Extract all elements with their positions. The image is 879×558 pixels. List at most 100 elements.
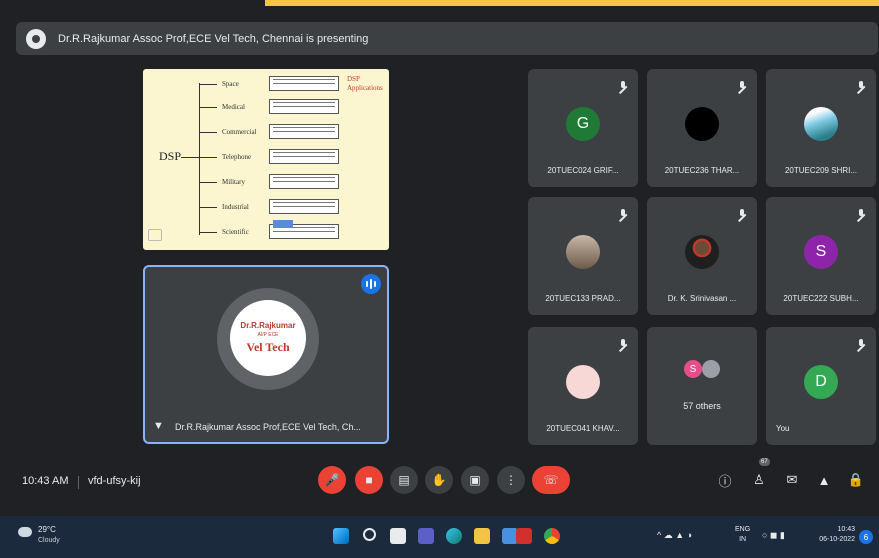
raise-hand-icon: ✋ <box>431 473 447 487</box>
slide-branch-label: Military <box>222 178 245 186</box>
participant-tile[interactable]: 20TUEC133 PRAD... <box>528 197 638 315</box>
meeting-controls: 10:43 AM vfd-ufsy-kij 🎤 ■ ▤ ✋ ▣ ⋮ ☏ ⓘ ♙ … <box>0 462 879 502</box>
slide-branch: Medical <box>199 100 270 114</box>
logo-line-2: AI/P ECE <box>257 332 279 338</box>
avatar <box>804 107 838 141</box>
end-call-button[interactable]: ☏ <box>532 466 570 494</box>
participant-tile[interactable]: G 20TUEC024 GRIF... <box>528 69 638 187</box>
activities-icon: ▲ <box>817 472 831 488</box>
participant-name: 20TUEC222 SUBH... <box>783 294 859 303</box>
slide-box <box>269 76 339 91</box>
logo-line-1: Dr.R.Rajkumar <box>240 321 296 330</box>
mic-off-icon <box>856 209 866 221</box>
slide-branch: Military <box>199 175 270 189</box>
meeting-time: 10:43 AM <box>22 475 69 487</box>
weather-condition: Cloudy <box>38 537 60 544</box>
avatar: D <box>804 365 838 399</box>
avatar: G <box>566 107 600 141</box>
top-accent-strip <box>265 0 879 6</box>
slide-branch-label: Medical <box>222 103 245 111</box>
pin-icon[interactable]: ▼ <box>153 420 164 432</box>
avatar <box>566 235 600 269</box>
slide-branch: Industrial <box>199 200 270 214</box>
slide-box <box>269 174 339 189</box>
task-view-icon[interactable] <box>390 528 406 544</box>
weather-temperature: 29°C <box>38 525 56 534</box>
present-button[interactable]: ▣ <box>461 466 489 494</box>
slide-branch-label: Telephone <box>222 153 252 161</box>
slide-branch-label: Commercial <box>222 128 257 136</box>
slide-branch: Telephone <box>199 150 270 164</box>
slide-branch: Commercial <box>199 125 270 139</box>
teams-icon[interactable] <box>418 528 434 544</box>
clock-date: 06-10-2022 <box>819 536 855 543</box>
chrome-icon[interactable] <box>544 528 560 544</box>
presenter-icon <box>26 28 46 49</box>
people-count-badge: 67 <box>759 458 770 466</box>
participant-tile[interactable]: Dr. K. Srinivasan ... <box>647 197 757 315</box>
mic-toggle-button[interactable]: 🎤 <box>318 466 346 494</box>
network-volume-battery-icons[interactable]: ○ ◼ ▮ <box>762 530 785 541</box>
language-code: ENG <box>735 526 751 533</box>
slide-box <box>269 124 339 139</box>
participant-name: 20TUEC236 THAR... <box>664 166 740 175</box>
logo-line-3: Vel Tech <box>246 340 290 354</box>
chat-icon: ✉ <box>786 472 798 487</box>
file-explorer-icon[interactable] <box>474 528 490 544</box>
weather-icon <box>18 527 32 537</box>
participant-name: Dr. K. Srinivasan ... <box>667 294 737 303</box>
others-count: 57 others <box>683 401 721 411</box>
present-icon: ▣ <box>469 473 481 487</box>
slide-box <box>269 199 339 214</box>
presenter-tile[interactable]: Dr.R.Rajkumar AI/P ECE Vel Tech ▼ Dr.R.R… <box>143 265 389 444</box>
captions-button[interactable]: ▤ <box>390 466 418 494</box>
taskbar: 29°C Cloudy ^ ☁ ▲ ◑ ENG IN ○ ◼ ▮ 10:43 06-… <box>0 516 879 558</box>
clock[interactable]: 10:43 06-10-2022 <box>819 525 855 545</box>
participant-tile[interactable]: 20TUEC041 KHAV... <box>528 327 638 445</box>
mic-off-icon <box>737 209 747 221</box>
avatar <box>702 360 720 378</box>
search-icon[interactable] <box>363 528 376 541</box>
raise-hand-button[interactable]: ✋ <box>425 466 453 494</box>
slide-root-label: DSP <box>159 149 182 163</box>
chat-button[interactable]: ✉ <box>783 471 801 489</box>
camera-toggle-button[interactable]: ■ <box>355 466 383 494</box>
mic-off-icon <box>856 81 866 93</box>
notification-badge[interactable]: 6 <box>859 530 873 544</box>
region-code: IN <box>739 536 747 543</box>
more-options-button[interactable]: ⋮ <box>497 466 525 494</box>
presenter-name: Dr.R.Rajkumar Assoc Prof,ECE Vel Tech, C… <box>175 422 361 432</box>
info-button[interactable]: ⓘ <box>716 471 734 489</box>
system-tray-icons[interactable]: ^ ☁ ▲ ◑ <box>657 530 692 541</box>
self-tile[interactable]: D You <box>766 327 876 445</box>
mic-off-icon <box>856 339 866 351</box>
mic-off-icon <box>737 81 747 93</box>
others-tile[interactable]: S 57 others <box>647 327 757 445</box>
meet-window: Dr.R.Rajkumar Assoc Prof,ECE Vel Tech, C… <box>0 0 879 558</box>
language-indicator[interactable]: ENG IN <box>735 525 750 545</box>
people-button[interactable]: ♙ <box>750 471 768 489</box>
participant-name: 20TUEC133 PRAD... <box>545 294 621 303</box>
start-icon[interactable] <box>333 528 349 544</box>
activities-button[interactable]: ▲ <box>815 471 833 489</box>
edge-icon[interactable] <box>446 528 462 544</box>
slide-branch-label: Scientific <box>222 228 249 236</box>
slide-branch-label: Space <box>222 80 239 88</box>
captions-icon: ▤ <box>398 473 410 487</box>
participant-name: You <box>776 424 790 433</box>
more-options-icon: ⋮ <box>505 473 517 487</box>
slide-heading: DSP Applications <box>347 75 383 92</box>
participant-tile[interactable]: 20TUEC236 THAR... <box>647 69 757 187</box>
participant-tile[interactable]: 20TUEC209 SHRI... <box>766 69 876 187</box>
host-controls-button[interactable]: 🔒 <box>847 471 865 489</box>
shared-slide[interactable]: DSP Applications DSP Space Medical Comme… <box>143 69 389 250</box>
mcafee-icon[interactable] <box>516 528 532 544</box>
avatar <box>685 107 719 141</box>
participant-tile[interactable]: S 20TUEC222 SUBH... <box>766 197 876 315</box>
info-icon: ⓘ <box>718 473 732 489</box>
slide-box <box>269 149 339 164</box>
slide-trunk-line <box>181 157 199 158</box>
slide-box <box>269 99 339 114</box>
divider <box>78 476 79 489</box>
slide-branch: Scientific <box>199 225 270 239</box>
